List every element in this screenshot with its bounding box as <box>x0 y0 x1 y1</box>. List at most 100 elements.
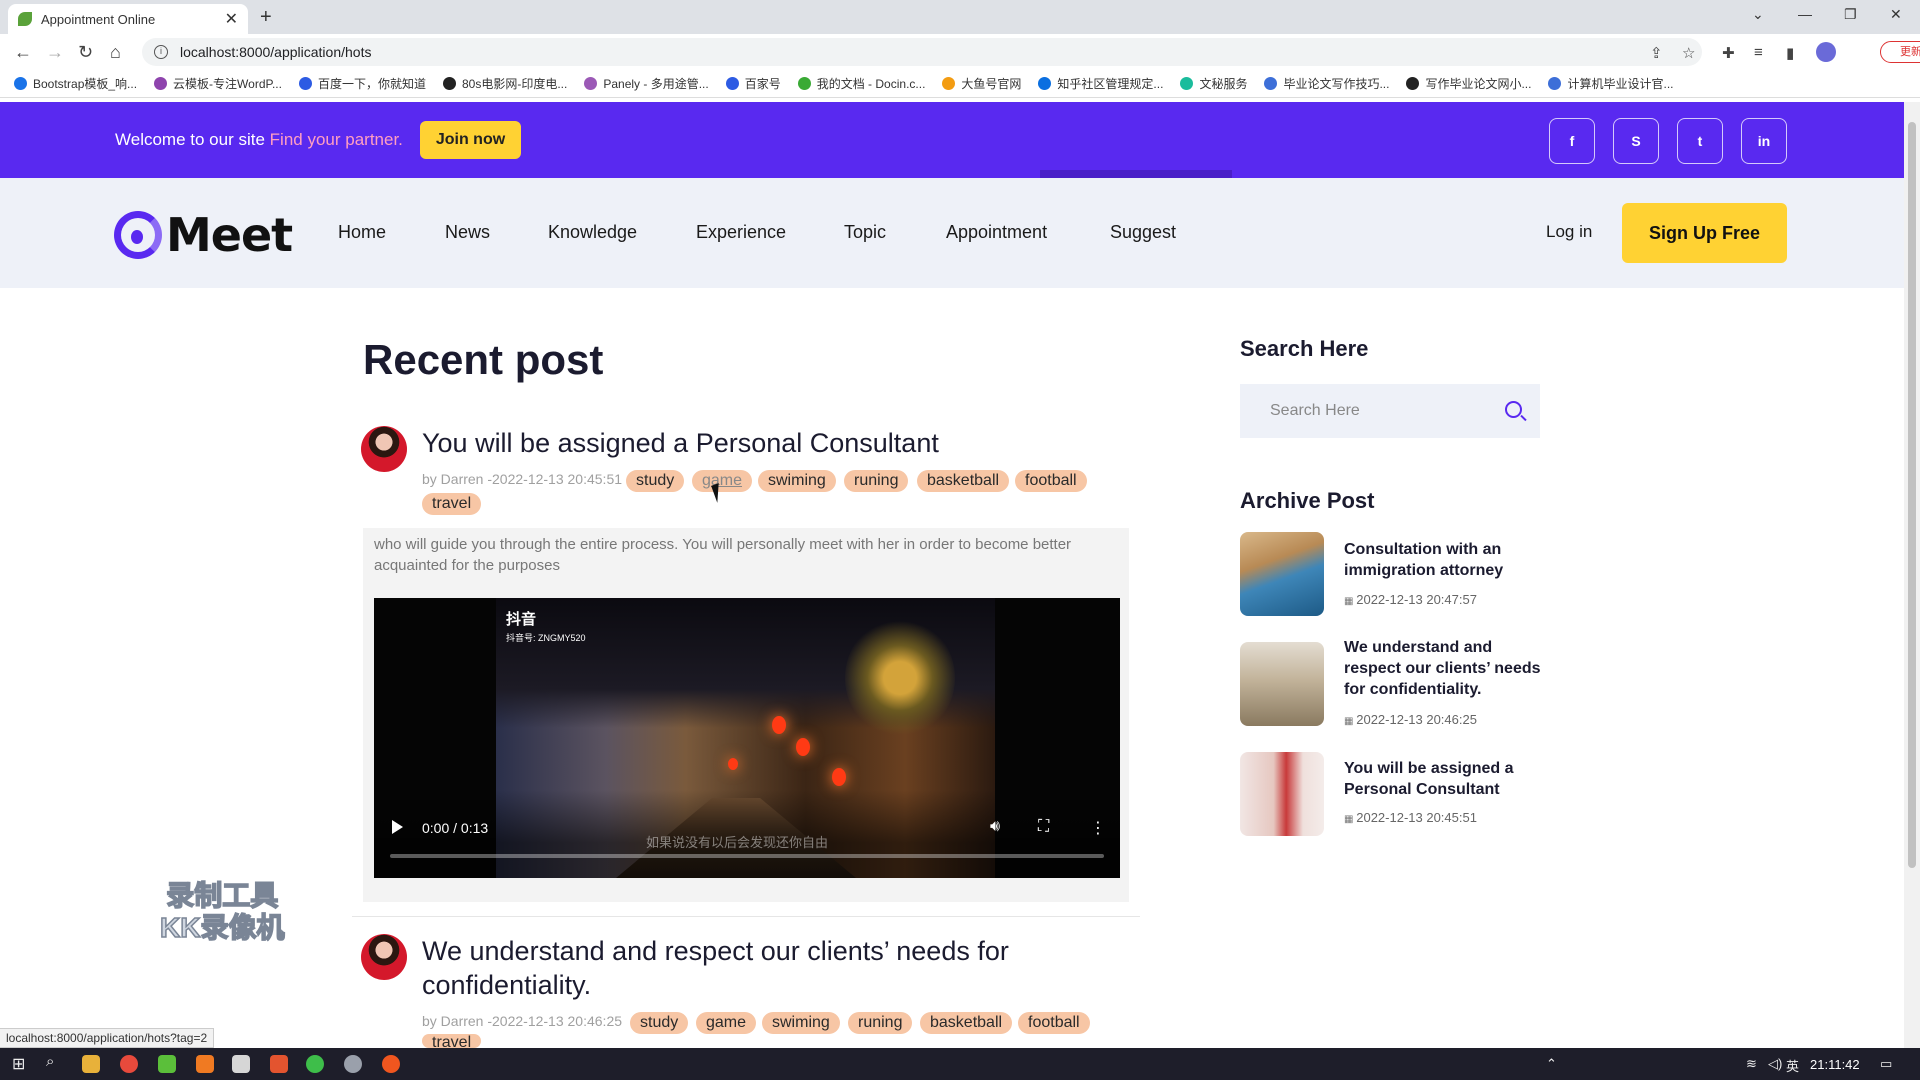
tag-travel[interactable]: travel <box>422 493 482 515</box>
linkedin-icon[interactable]: in <box>1741 118 1787 164</box>
notepad-icon[interactable] <box>232 1055 250 1073</box>
bookmark-item[interactable]: 写作毕业论文网小... <box>1406 75 1531 92</box>
close-tab-icon[interactable]: ✕ <box>225 9 238 29</box>
side-panel-icon[interactable]: ▮ <box>1786 44 1794 62</box>
bookmark-icon <box>442 77 456 90</box>
login-link[interactable]: Log in <box>1546 222 1592 242</box>
sign-up-button[interactable]: Sign Up Free <box>1622 203 1787 263</box>
app-icon[interactable] <box>196 1055 214 1073</box>
home-icon[interactable]: ⌂ <box>110 42 121 63</box>
bookmark-item[interactable]: 文秘服务 <box>1180 75 1247 92</box>
facebook-icon[interactable]: f <box>1549 118 1595 164</box>
nav-topic[interactable]: Topic <box>844 222 886 243</box>
tag-travel[interactable]: travel <box>422 1034 482 1048</box>
nav-experience[interactable]: Experience <box>696 222 786 243</box>
bookmark-item[interactable]: Panely - 多用途管... <box>584 75 709 92</box>
bookmark-item[interactable]: 计算机毕业设计官... <box>1548 75 1674 92</box>
tag-game[interactable]: game <box>692 470 753 492</box>
search-input[interactable]: Search Here <box>1240 384 1540 438</box>
notification-icon[interactable]: ▭ <box>1880 1056 1892 1072</box>
url-field[interactable]: i localhost:8000/application/hots <box>142 38 1702 66</box>
search-icon[interactable] <box>1505 401 1522 418</box>
bookmark-item[interactable]: Bootstrap模板_响... <box>14 75 137 92</box>
post-title[interactable]: You will be assigned a Personal Consulta… <box>422 426 939 460</box>
logo-mark-icon <box>114 211 162 259</box>
forward-icon[interactable]: → <box>46 42 64 63</box>
nav-suggest[interactable]: Suggest <box>1110 222 1176 243</box>
tag-study[interactable]: study <box>630 1012 689 1034</box>
scrollbar-thumb[interactable] <box>1908 122 1916 868</box>
tag-game[interactable]: game <box>696 1012 757 1034</box>
bookmark-item[interactable]: 知乎社区管理规定... <box>1038 75 1163 92</box>
tag-swiming[interactable]: swiming <box>762 1012 840 1034</box>
chrome-icon[interactable] <box>120 1055 138 1073</box>
join-now-button[interactable]: Join now <box>420 121 521 159</box>
archive-thumbnail[interactable] <box>1240 532 1324 616</box>
bookmark-item[interactable]: 云模板-专注WordP... <box>154 75 282 92</box>
tag-swiming[interactable]: swiming <box>758 470 836 492</box>
tag-runing[interactable]: runing <box>844 470 909 492</box>
bookmark-item[interactable]: 毕业论文写作技巧... <box>1264 75 1389 92</box>
nav-appointment[interactable]: Appointment <box>946 222 1047 243</box>
browser-tab[interactable]: Appointment Online ✕ <box>8 4 248 34</box>
archive-thumbnail[interactable] <box>1240 752 1324 836</box>
tray-overflow-icon[interactable]: ⌃ <box>1546 1056 1557 1072</box>
nav-knowledge[interactable]: Knowledge <box>548 222 637 243</box>
video-progress-bar[interactable] <box>390 854 1104 858</box>
archive-title[interactable]: Consultation with an immigration attorne… <box>1344 539 1544 581</box>
windows-start-icon[interactable]: ⊞ <box>12 1054 25 1074</box>
nav-home[interactable]: Home <box>338 222 386 243</box>
tag-runing[interactable]: runing <box>848 1012 913 1034</box>
settings-icon[interactable] <box>344 1055 362 1073</box>
ime-indicator[interactable]: 英 <box>1786 1056 1799 1075</box>
tag-study[interactable]: study <box>626 470 685 492</box>
tag-basketball[interactable]: basketball <box>920 1012 1013 1034</box>
nav-news[interactable]: News <box>445 222 490 243</box>
extensions-icon[interactable]: ✚ <box>1722 44 1735 62</box>
bookmark-item[interactable]: 百家号 <box>725 75 781 92</box>
file-explorer-icon[interactable] <box>82 1055 100 1073</box>
volume-icon[interactable]: 🔊︎ <box>990 818 1000 836</box>
tag-football[interactable]: football <box>1015 470 1087 492</box>
minimize-icon[interactable]: — <box>1798 6 1812 22</box>
archive-title[interactable]: You will be assigned a Personal Consulta… <box>1344 758 1544 800</box>
tag-basketball[interactable]: basketball <box>917 470 1010 492</box>
new-tab-icon[interactable]: + <box>260 6 272 29</box>
video-watermark: 抖音 抖音号: ZNGMY520 <box>506 608 586 644</box>
restore-icon[interactable]: ❐ <box>1844 6 1857 23</box>
wechat-icon[interactable] <box>306 1055 324 1073</box>
app-icon[interactable] <box>158 1055 176 1073</box>
recorder-icon[interactable] <box>382 1055 400 1073</box>
reload-icon[interactable]: ↻ <box>78 42 93 63</box>
close-window-icon[interactable]: ✕ <box>1890 6 1902 23</box>
share-icon[interactable]: ⇪ <box>1650 44 1663 62</box>
network-icon[interactable]: ≋ <box>1746 1056 1757 1072</box>
skype-icon[interactable]: S <box>1613 118 1659 164</box>
fullscreen-icon[interactable]: ⛶ <box>1038 818 1049 836</box>
bookmark-icon <box>584 77 598 90</box>
more-options-icon[interactable]: ⋮ <box>1090 818 1106 838</box>
profile-avatar[interactable] <box>1816 42 1836 62</box>
archive-title[interactable]: We understand and respect our clients’ n… <box>1344 637 1544 700</box>
update-button[interactable]: 更新 <box>1880 41 1920 63</box>
bookmark-item[interactable]: 80s电影网-印度电... <box>442 75 567 92</box>
site-info-icon[interactable]: i <box>154 45 168 59</box>
bookmark-item[interactable]: 我的文档 - Docin.c... <box>797 75 925 92</box>
bookmark-item[interactable]: 大鱼号官网 <box>942 75 1021 92</box>
volume-tray-icon[interactable]: ◁) <box>1768 1056 1782 1072</box>
tab-search-icon[interactable]: ⌄ <box>1752 6 1764 23</box>
tag-football[interactable]: football <box>1018 1012 1090 1034</box>
bookmark-star-icon[interactable]: ☆ <box>1682 44 1695 62</box>
archive-thumbnail[interactable] <box>1240 642 1324 726</box>
back-icon[interactable]: ← <box>14 42 32 63</box>
bookmark-item[interactable]: 百度一下，你就知道 <box>298 75 426 92</box>
twitter-icon[interactable]: t <box>1677 118 1723 164</box>
page-scrollbar[interactable] <box>1904 102 1920 1048</box>
search-taskbar-icon[interactable]: ⌕ <box>46 1053 54 1070</box>
media-icon[interactable]: ≡ <box>1754 44 1763 61</box>
site-logo[interactable]: Meet <box>114 208 293 262</box>
app-icon[interactable] <box>270 1055 288 1073</box>
play-icon[interactable] <box>392 820 403 834</box>
browser-tab-strip: Appointment Online ✕ + ⌄ — ❐ ✕ <box>0 0 1920 34</box>
post-title[interactable]: We understand and respect our clients’ n… <box>422 934 1009 1002</box>
